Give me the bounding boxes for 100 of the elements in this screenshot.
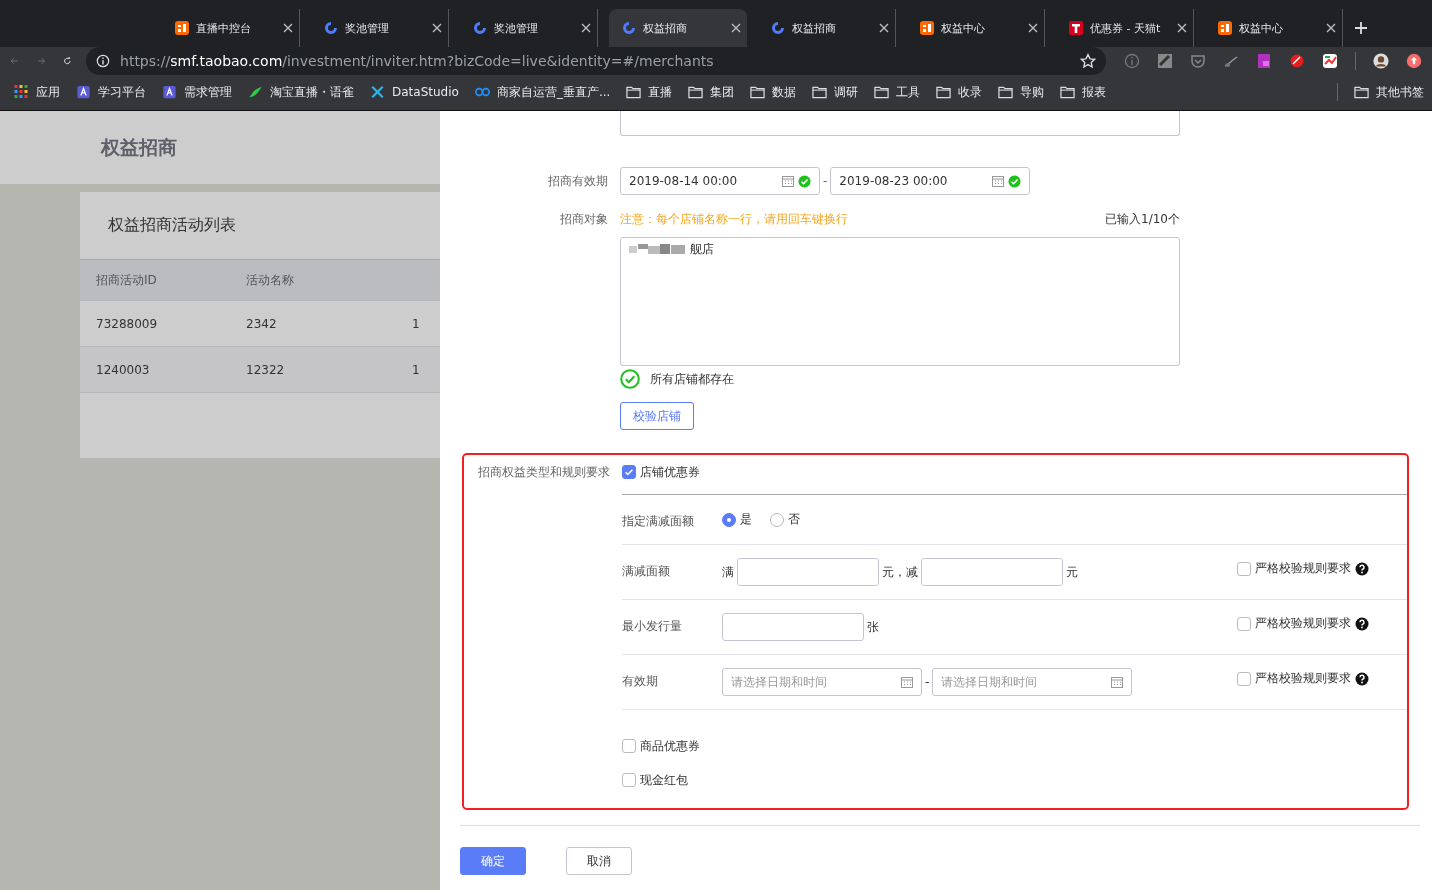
link-icon xyxy=(474,85,490,99)
pocket-icon[interactable] xyxy=(1190,53,1206,69)
table-cell-text: 2342 xyxy=(245,316,278,331)
table-cell-text: 1 xyxy=(411,316,421,331)
radio-label: 是 xyxy=(740,511,752,528)
close-icon[interactable] xyxy=(1177,23,1187,33)
date-field[interactable]: 2019-08-14 00:00 xyxy=(620,167,820,195)
close-icon[interactable] xyxy=(879,23,889,33)
bookmark-item[interactable]: 数据 xyxy=(750,83,797,101)
help-icon[interactable] xyxy=(1355,561,1369,576)
rule-label: 有效期 xyxy=(622,673,659,690)
bookmark-item[interactable]: DataStudio xyxy=(370,85,459,99)
card-title: 权益招商活动列表 xyxy=(107,214,237,236)
prototype-icon[interactable] xyxy=(1256,53,1272,69)
star-icon[interactable] xyxy=(1080,53,1096,69)
bookmark-item[interactable]: 导购 xyxy=(998,83,1045,101)
folder-icon xyxy=(626,85,642,99)
checkbox[interactable] xyxy=(622,773,636,787)
bookmark-item[interactable]: 工具 xyxy=(874,83,921,101)
checkbox[interactable] xyxy=(1237,616,1251,631)
calendar-icon xyxy=(782,175,794,187)
folder-icon xyxy=(1354,85,1369,99)
folder-icon xyxy=(936,85,952,99)
checkbox[interactable] xyxy=(622,465,636,479)
close-icon[interactable] xyxy=(581,23,591,33)
close-icon[interactable] xyxy=(1028,23,1038,33)
swirl-icon xyxy=(323,20,339,36)
upload-icon[interactable] xyxy=(1406,53,1422,69)
checkbox-label: 商品优惠券 xyxy=(640,737,700,755)
table-cell-text: 12322 xyxy=(245,362,286,377)
chart-app-icon[interactable] xyxy=(1322,53,1338,69)
bookmark-item[interactable]: 应用 xyxy=(14,83,60,101)
apps-grid-icon xyxy=(14,85,29,99)
bookmark-item[interactable]: 集团 xyxy=(688,83,735,101)
calendar-icon xyxy=(992,175,1005,187)
field-label: 招商有效期 xyxy=(547,173,608,190)
count-text: 已输入1/10个 xyxy=(1105,211,1180,228)
close-icon[interactable] xyxy=(283,23,293,33)
unit-text: 张 xyxy=(867,618,879,636)
folder-icon xyxy=(688,85,704,99)
radio-label: 否 xyxy=(788,511,800,528)
info-icon[interactable] xyxy=(1124,53,1140,69)
checkbox[interactable] xyxy=(1237,671,1251,686)
folder-icon xyxy=(874,85,890,99)
address-field[interactable]: https://smf.taobao.com/investment/inviter.htm?bizCode=live&identity=#/merchants xyxy=(86,47,1106,75)
bookmark-item[interactable]: 商家自运营_垂直产... xyxy=(474,83,611,101)
checkbox-label: 店铺优惠券 xyxy=(640,463,700,481)
swirl-icon xyxy=(472,20,488,36)
help-icon[interactable] xyxy=(1355,616,1369,631)
input-field[interactable] xyxy=(722,613,864,641)
shop-logo-icon xyxy=(174,20,190,36)
browser-tab[interactable]: 权益中心 xyxy=(1205,9,1343,47)
verify-button[interactable]: 校验店铺 xyxy=(620,402,694,430)
checkbox[interactable] xyxy=(1237,561,1251,576)
column-header: 活动名称 xyxy=(245,271,295,289)
browser-tab[interactable]: 权益招商 xyxy=(609,9,747,47)
help-icon[interactable] xyxy=(1355,671,1369,686)
unit-text: 元，减 xyxy=(882,563,918,581)
swirl-icon xyxy=(770,20,786,36)
calendar-icon xyxy=(901,676,913,688)
avatar-icon[interactable] xyxy=(1373,53,1389,69)
bookmark-item[interactable]: 淘宝直播・语雀 xyxy=(248,83,354,101)
table-cell-text: 73288009 xyxy=(95,316,159,331)
bookmark-item[interactable]: 需求管理 xyxy=(162,83,232,101)
rule-label: 最小发行量 xyxy=(622,618,683,635)
close-icon[interactable] xyxy=(1326,23,1336,33)
folder-icon xyxy=(1060,85,1076,99)
rule-label: 指定满减面额 xyxy=(622,513,695,530)
bookmark-item[interactable]: 报表 xyxy=(1060,83,1107,101)
checkbox-label: 严格校验规则要求 xyxy=(1255,560,1351,577)
bookmark-item[interactable]: 直播 xyxy=(626,83,673,101)
radio-button[interactable] xyxy=(722,512,736,527)
column-header: 招商活动ID xyxy=(95,271,158,289)
input-field[interactable] xyxy=(921,558,1063,586)
close-icon[interactable] xyxy=(432,23,442,33)
text-area[interactable]: 舰店 xyxy=(620,237,1180,366)
folder-icon xyxy=(750,85,766,99)
table-cell-text: 1240003 xyxy=(95,362,151,377)
date-field[interactable]: 2019-08-23 00:00 xyxy=(830,167,1031,195)
close-icon[interactable] xyxy=(731,23,741,33)
input-field[interactable] xyxy=(737,558,879,586)
site-icon xyxy=(162,85,177,99)
folder-icon xyxy=(998,85,1014,99)
info-icon xyxy=(96,54,110,68)
text-area-value: 舰店 xyxy=(690,241,714,258)
confirm-button[interactable]: 确定 xyxy=(460,847,526,875)
notice-text: 注意：每个店铺名称一行，请用回车键换行 xyxy=(620,211,848,228)
bookmark-item[interactable]: 其他书签 xyxy=(1354,83,1424,101)
checkbox-label: 现金红包 xyxy=(640,771,688,789)
shop-logo-icon xyxy=(1217,20,1233,36)
unit-text: 满 xyxy=(722,563,734,581)
new-tab-icon[interactable] xyxy=(1354,21,1368,35)
checkbox[interactable] xyxy=(622,739,636,753)
field-label: 招商权益类型和规则要求 xyxy=(477,464,610,481)
status-text: 所有店铺都存在 xyxy=(650,370,734,388)
bookmark-item[interactable]: 学习平台 xyxy=(76,83,146,101)
page-title: 权益招商 xyxy=(101,134,177,160)
bookmark-item[interactable]: 收录 xyxy=(936,83,983,101)
cancel-button[interactable]: 取消 xyxy=(566,847,632,875)
bookmark-item[interactable]: 调研 xyxy=(812,83,859,101)
